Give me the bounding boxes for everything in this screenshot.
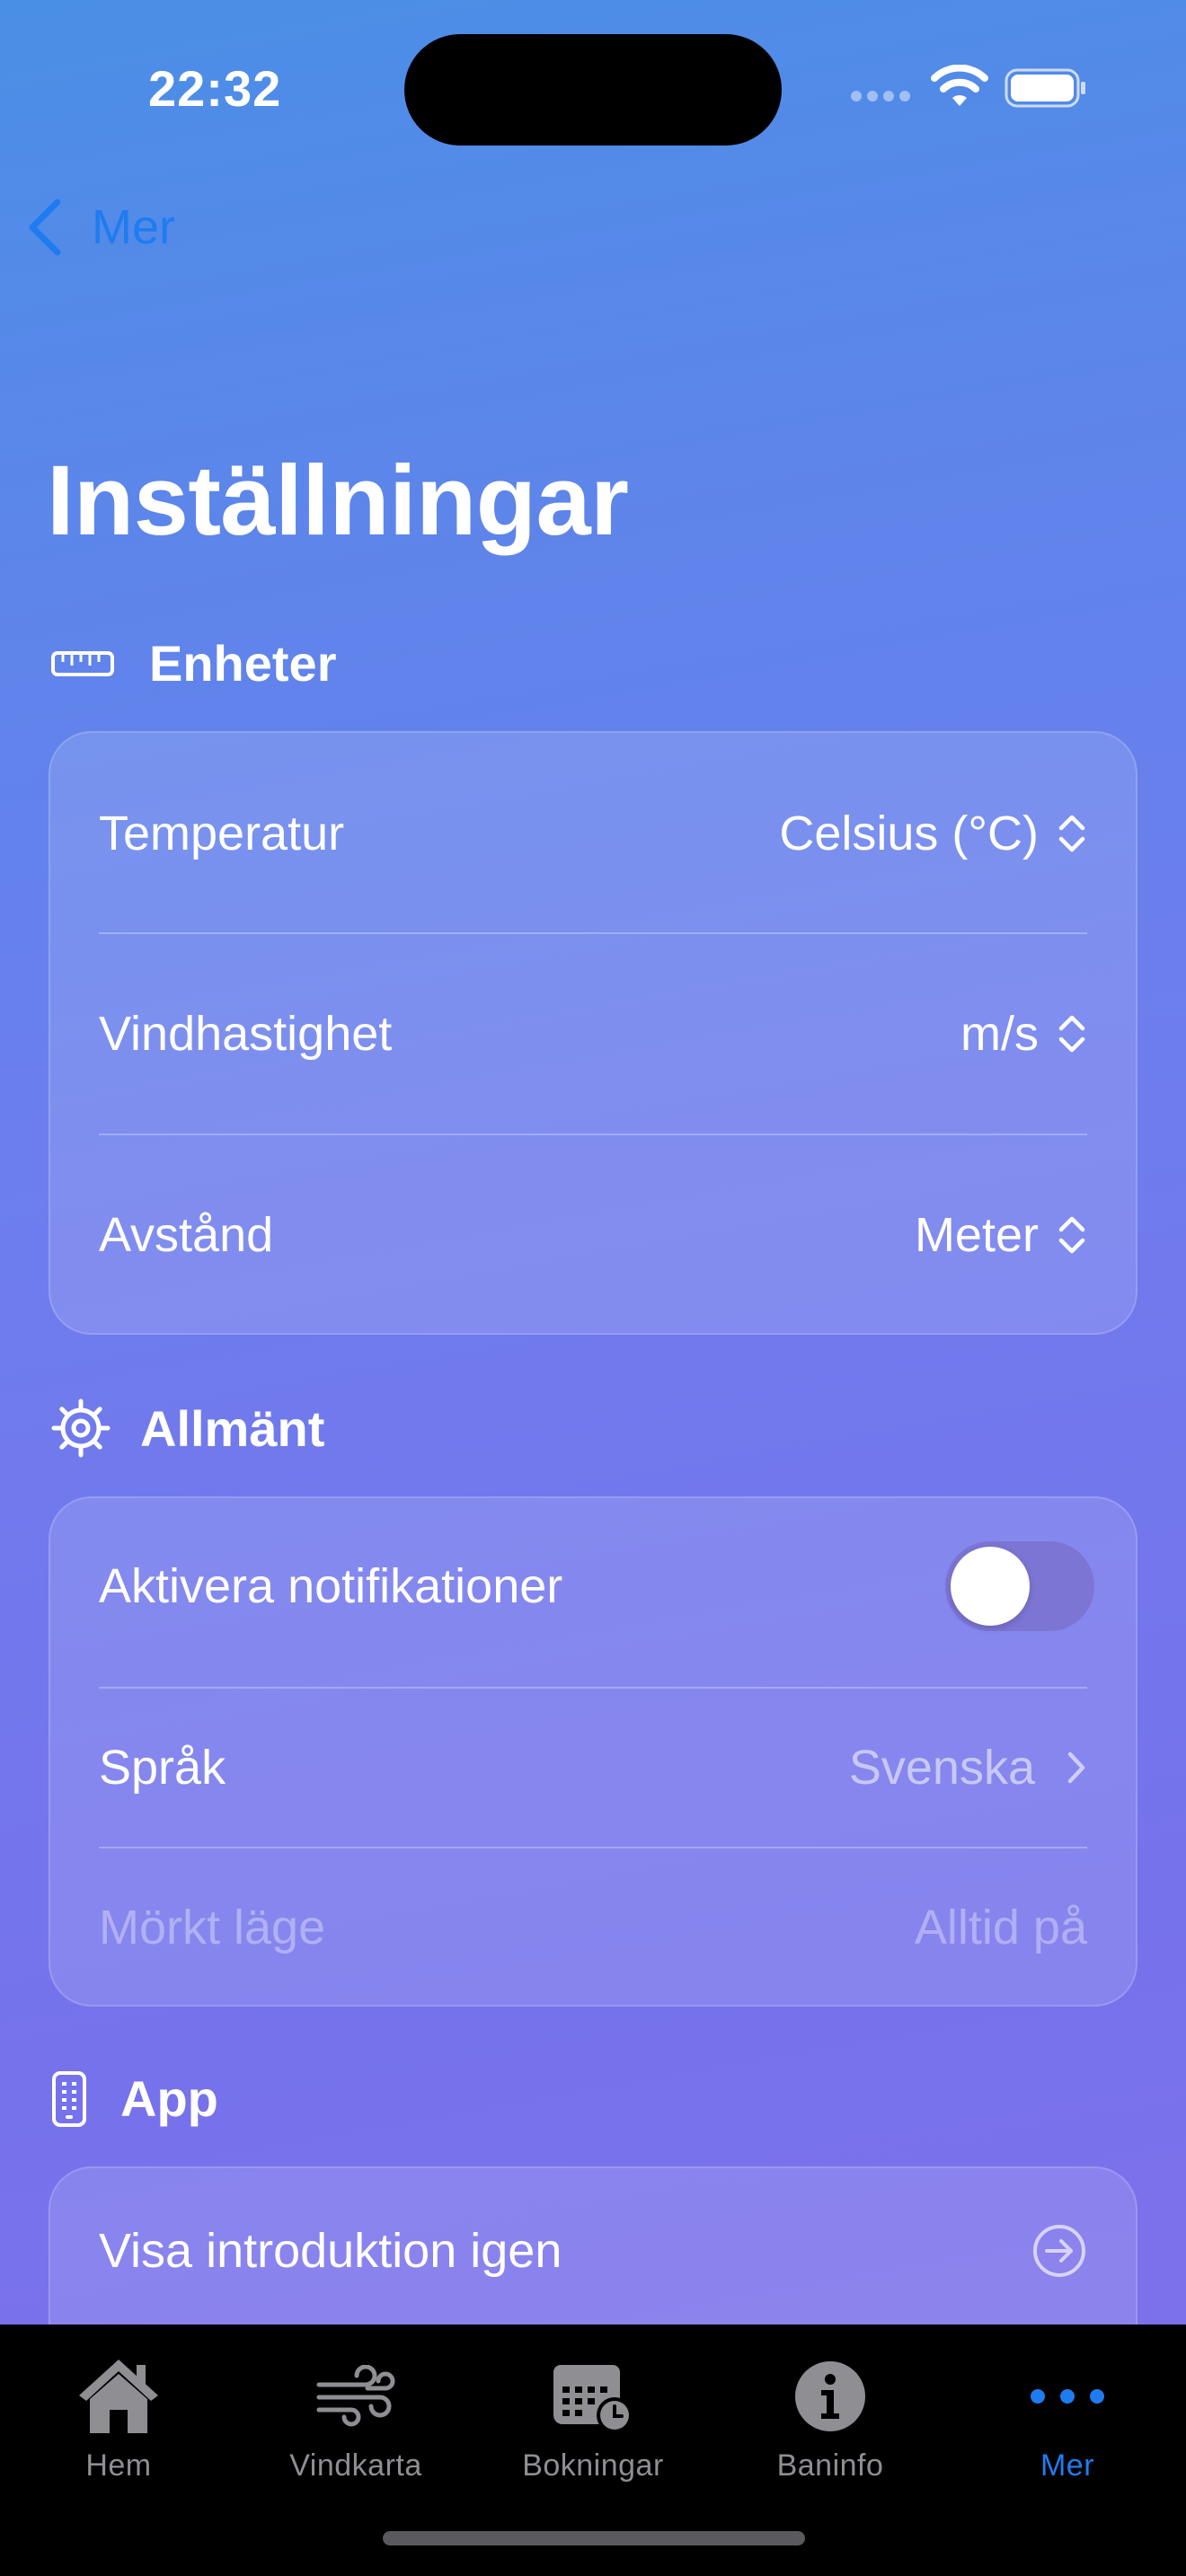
- row-show-intro[interactable]: Visa introduktion igen: [99, 2188, 1087, 2314]
- home-indicator[interactable]: [383, 2531, 805, 2545]
- section-header-units: Enheter: [50, 634, 337, 693]
- phone-icon: [52, 2070, 86, 2127]
- divider: [99, 1134, 1087, 1135]
- chevron-up-down-icon: [1058, 1015, 1085, 1053]
- section-title-general: Allmänt: [140, 1399, 325, 1457]
- house-icon: [79, 2360, 158, 2433]
- chevron-up-down-icon: [1058, 815, 1085, 852]
- distance-picker[interactable]: Meter: [915, 1207, 1087, 1263]
- toggle-knob: [951, 1547, 1030, 1626]
- row-temperature[interactable]: Temperatur Celsius (°C): [99, 769, 1087, 898]
- tab-course-info[interactable]: Baninfo: [712, 2325, 949, 2504]
- distance-value: Meter: [914, 1208, 1039, 1262]
- wifi-icon: [931, 65, 988, 106]
- row-dark-mode: Mörkt läge Alltid på: [99, 1848, 1087, 2007]
- dynamic-island: [404, 34, 782, 146]
- chevron-right-icon: [1067, 1751, 1085, 1784]
- status-time: 22:32: [148, 60, 282, 117]
- wind-speed-picker[interactable]: m/s: [960, 1006, 1087, 1062]
- chevron-left-icon: [29, 198, 61, 256]
- show-intro-label: Visa introduktion igen: [99, 2224, 562, 2278]
- wind-speed-label: Vindhastighet: [99, 1007, 393, 1061]
- general-card: Aktivera notifikationer Språk Svenska Mö…: [49, 1496, 1137, 2007]
- language-label: Språk: [99, 1741, 226, 1795]
- section-title-units: Enheter: [149, 635, 337, 692]
- units-card: Temperatur Celsius (°C) Vindhastighet m/…: [49, 731, 1137, 1335]
- calendar-clock-icon: [553, 2365, 633, 2433]
- cellular-signal-icon: [851, 91, 910, 101]
- more-icon: [1031, 2389, 1104, 2404]
- dark-mode-value: Alltid på: [914, 1901, 1087, 1954]
- section-header-app: App: [50, 2069, 218, 2128]
- tab-label-wind-map: Vindkarta: [289, 2448, 422, 2483]
- row-notifications: Aktivera notifikationer: [99, 1523, 1094, 1649]
- temperature-picker[interactable]: Celsius (°C): [779, 806, 1087, 861]
- ruler-icon: [51, 650, 114, 676]
- tab-label-course-info: Baninfo: [776, 2448, 884, 2483]
- wind-icon: [316, 2365, 395, 2427]
- gear-icon: [51, 1398, 111, 1458]
- section-title-app: App: [120, 2070, 218, 2127]
- battery-icon: [1005, 68, 1085, 108]
- arrow-right-circle-icon: [1033, 2225, 1085, 2277]
- tab-bookings[interactable]: Bokningar: [474, 2325, 712, 2504]
- row-wind-speed[interactable]: Vindhastighet m/s: [99, 969, 1087, 1098]
- row-distance[interactable]: Avstånd Meter: [99, 1170, 1087, 1300]
- language-value: Svenska: [848, 1741, 1035, 1795]
- dark-mode-label: Mörkt läge: [99, 1901, 326, 1954]
- back-button[interactable]: Mer: [25, 196, 175, 259]
- divider: [99, 932, 1087, 934]
- tab-label-more: Mer: [1040, 2448, 1095, 2483]
- distance-label: Avstånd: [99, 1208, 274, 1262]
- tab-label-home: Hem: [85, 2448, 152, 2483]
- tab-label-bookings: Bokningar: [522, 2448, 664, 2483]
- temperature-value: Celsius (°C): [779, 807, 1039, 860]
- notifications-toggle[interactable]: [945, 1541, 1094, 1631]
- info-icon: [795, 2361, 865, 2431]
- language-value-group: Svenska: [849, 1740, 1087, 1795]
- temperature-label: Temperatur: [99, 807, 345, 860]
- section-header-general: Allmänt: [50, 1398, 324, 1459]
- notifications-label: Aktivera notifikationer: [99, 1559, 563, 1613]
- wind-speed-value: m/s: [960, 1007, 1039, 1061]
- row-language[interactable]: Språk Svenska: [99, 1689, 1087, 1847]
- chevron-up-down-icon: [1058, 1216, 1085, 1254]
- tab-wind-map[interactable]: Vindkarta: [237, 2325, 474, 2504]
- tab-home[interactable]: Hem: [0, 2325, 237, 2504]
- tab-more[interactable]: Mer: [949, 2325, 1186, 2504]
- page-title: Inställningar: [47, 446, 629, 556]
- back-label: Mer: [92, 200, 175, 254]
